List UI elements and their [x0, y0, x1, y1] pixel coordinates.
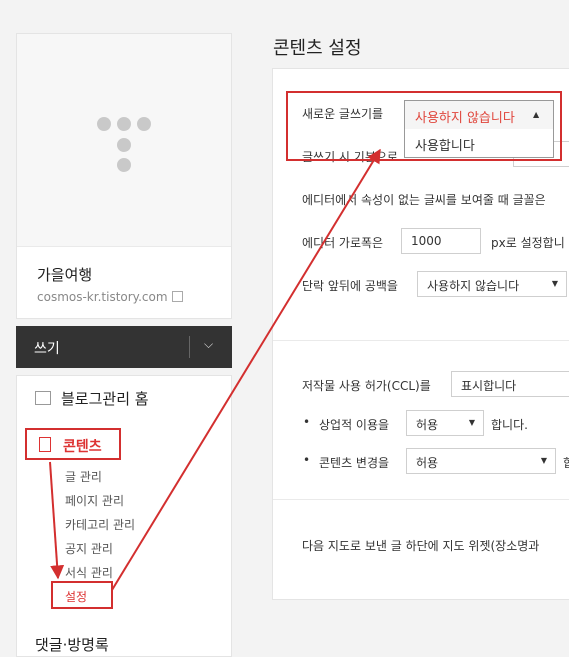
annotation-arrows [49, 148, 381, 591]
arrow-down [49, 461, 65, 580]
arrow-to-dropdown [111, 148, 381, 591]
